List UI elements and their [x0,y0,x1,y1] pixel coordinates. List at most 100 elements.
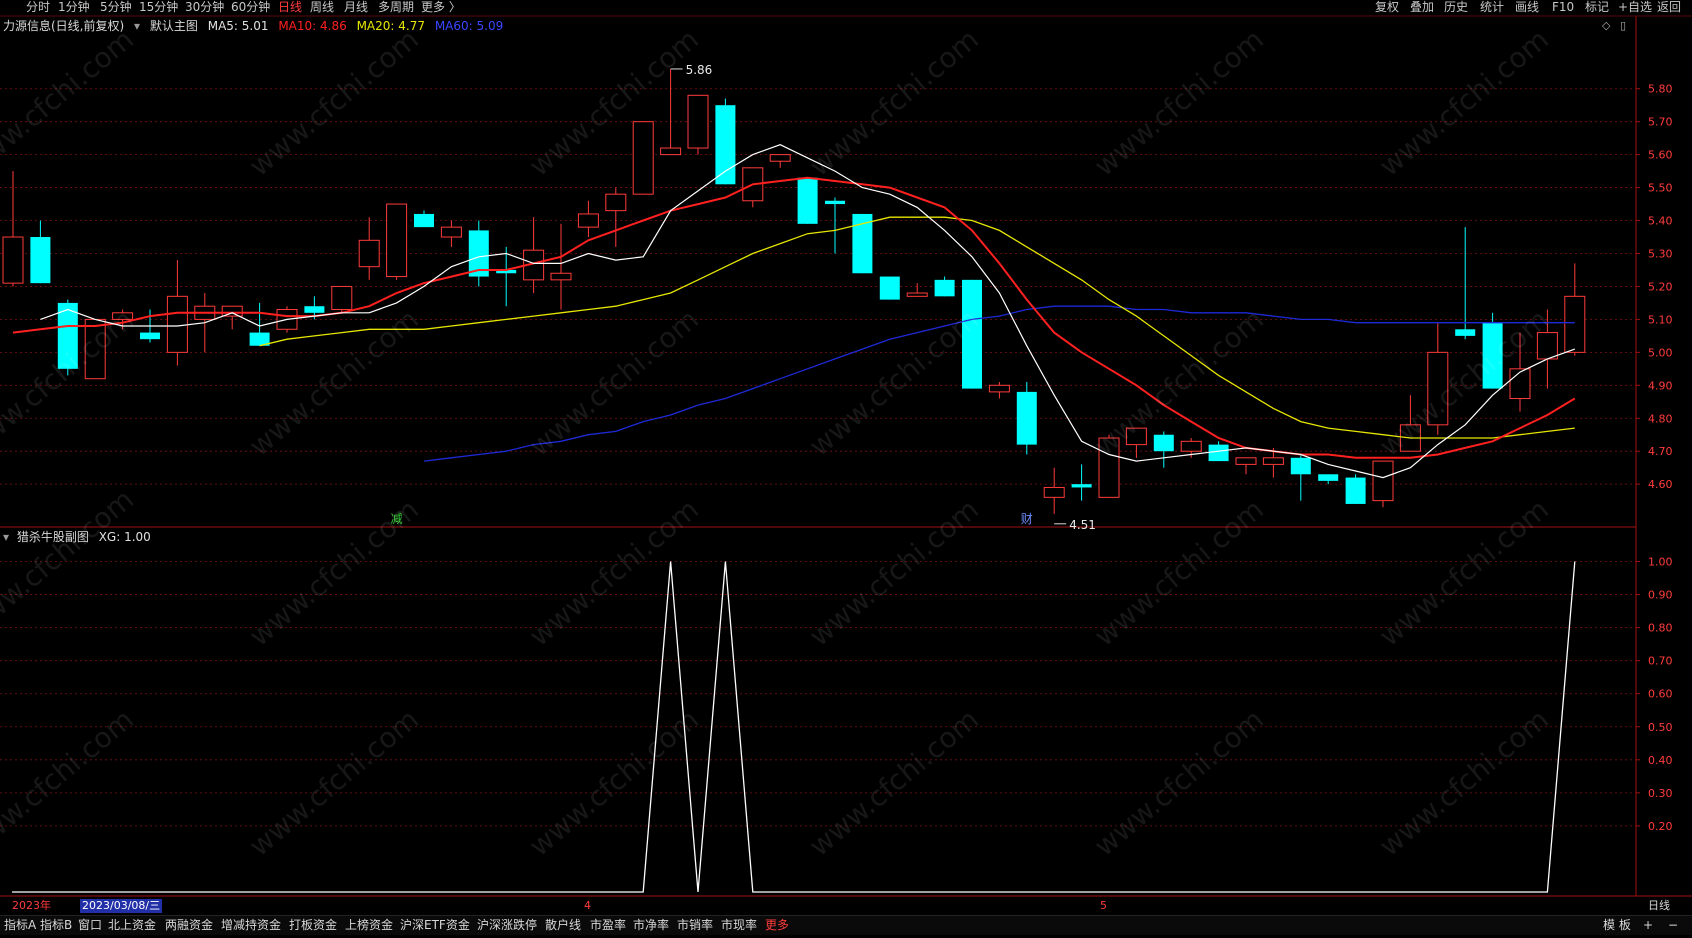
watermark-text: www.cfchi.com [1088,493,1270,653]
sub-y-tick-label: 0.60 [1648,688,1673,701]
tab-etf-funds[interactable]: 沪深ETF资金 [400,916,470,935]
event-marker-finance: 财 [1021,512,1033,526]
watermark-text: www.cfchi.com [243,303,425,463]
candle-body-down [852,213,873,274]
candle-body-up [687,94,709,149]
tab-northbound[interactable]: 北上资金 [108,916,156,935]
y-tick-label: 4.80 [1648,412,1673,425]
candle-body-up [1235,457,1257,465]
tab-list-funds[interactable]: 上榜资金 [345,916,393,935]
candle-body-up [1180,440,1202,452]
y-tick-label: 5.70 [1648,116,1673,129]
candle-body-down [879,276,900,300]
sub-y-tick-label: 0.50 [1648,721,1673,734]
sub-y-tick-label: 1.00 [1648,556,1673,569]
tab-pe[interactable]: 市盈率 [590,916,626,935]
candle-body-down [1455,329,1476,336]
candle-body-down [797,177,818,224]
y-tick-label: 5.60 [1648,149,1673,162]
tab-more-indicators[interactable]: 更多 [765,916,789,935]
tab-pb[interactable]: 市净率 [633,916,669,935]
candle-body-up [577,213,599,228]
candle-body-down [140,332,160,340]
y-tick-label: 5.80 [1648,83,1673,96]
tab-limit-funds[interactable]: 打板资金 [289,916,337,935]
candle-body-up [386,203,408,278]
watermark-text: www.cfchi.com [803,303,985,463]
tab-indicator-b[interactable]: 指标B [40,916,72,935]
candle-body-down [715,105,736,185]
candle-body-up [988,384,1010,393]
candle-body-up [331,285,353,311]
candle-body-up [1509,368,1531,399]
year-label: 2023年 [12,899,51,912]
moving-average-lines [12,144,1576,479]
sub-y-tick-label: 0.70 [1648,655,1673,668]
watermark-text: www.cfchi.com [1088,23,1270,183]
tab-retail-line[interactable]: 散户线 [545,916,581,935]
watermark-text: www.cfchi.com [1088,303,1270,463]
tab-indicator-a[interactable]: 指标A [4,916,36,935]
tab-limit-up-down[interactable]: 沪深涨跌停 [477,916,537,935]
zoom-out-button[interactable]: − [1668,916,1678,935]
watermark-text: www.cfchi.com [243,23,425,183]
candle-body-up [440,226,462,238]
candle-body-up [358,239,380,268]
chart-annotations: 5.864.51减财 [391,63,1096,532]
tab-holdings-change[interactable]: 增减持资金 [221,916,281,935]
date-axis: 2023年 2023/03/08/三 4 5 日线 [0,898,1692,914]
watermark-text: www.cfchi.com [243,493,425,653]
candle-body-up [550,272,572,281]
candle-body-up [1043,486,1065,498]
candle-body-down [1208,444,1229,462]
candle-body-down [414,213,434,228]
candle-body-up [906,292,928,297]
candle-body-down [1345,477,1366,504]
candle-body-down [1153,434,1174,452]
watermark-text: www.cfchi.com [523,493,705,653]
ma20-line [259,216,1575,439]
month-5-label: 5 [1100,899,1107,912]
candle-body-up [1372,460,1394,502]
window-icon[interactable]: ▯ [1620,19,1626,32]
candle-body-up [166,295,188,353]
candlesticks [2,68,1586,514]
cursor-date-label: 2023/03/08/三 [80,899,163,913]
period-label: 日线 [1648,899,1670,912]
tab-pcf[interactable]: 市现率 [721,916,757,935]
candle-body-up [1262,457,1284,465]
tab-margin[interactable]: 两融资金 [165,916,213,935]
watermark-text: www.cfchi.com [803,493,985,653]
candle-body-down [1318,474,1339,481]
candle-body-up [660,147,682,156]
template-button[interactable]: 模 板 [1603,916,1631,935]
ma10-line [12,176,1576,459]
sub-y-tick-label: 0.30 [1648,787,1673,800]
y-tick-label: 5.20 [1648,280,1673,293]
kline-chart[interactable]: 4.60 4.70 4.80 4.90 5.00 5.10 5.20 5.30 5.40 5.50… [0,0,1692,938]
tab-window[interactable]: 窗口 [78,916,102,935]
candle-body-down [1290,457,1311,475]
watermark-text: www.cfchi.com [0,23,140,183]
y-tick-label: 4.70 [1648,445,1673,458]
candle-body-down [30,237,51,284]
candle-body-up [2,236,24,284]
settings-diamond-icon[interactable]: ◇ [1602,19,1610,32]
candle-body-up [632,121,654,195]
y-tick-label: 4.90 [1648,379,1673,392]
y-tick-label: 5.40 [1648,215,1673,228]
zoom-in-button[interactable]: + [1643,916,1653,935]
candle-body-down [825,200,845,205]
watermark-text: www.cfchi.com [803,23,985,183]
month-4-label: 4 [584,899,591,912]
watermark-text: www.cfchi.com [0,483,140,643]
low-price-label: 4.51 [1069,518,1096,532]
sub-y-tick-label: 0.20 [1648,820,1673,833]
y-tick-label: 5.50 [1648,182,1673,195]
candle-body-up [605,193,627,212]
y-tick-label: 5.10 [1648,313,1673,326]
watermarks: www.cfchi.com www.cfchi.com www.cfchi.com w… [0,23,1555,863]
y-tick-label: 5.00 [1648,346,1673,359]
tab-ps[interactable]: 市销率 [677,916,713,935]
watermark-text: www.cfchi.com [523,23,705,183]
